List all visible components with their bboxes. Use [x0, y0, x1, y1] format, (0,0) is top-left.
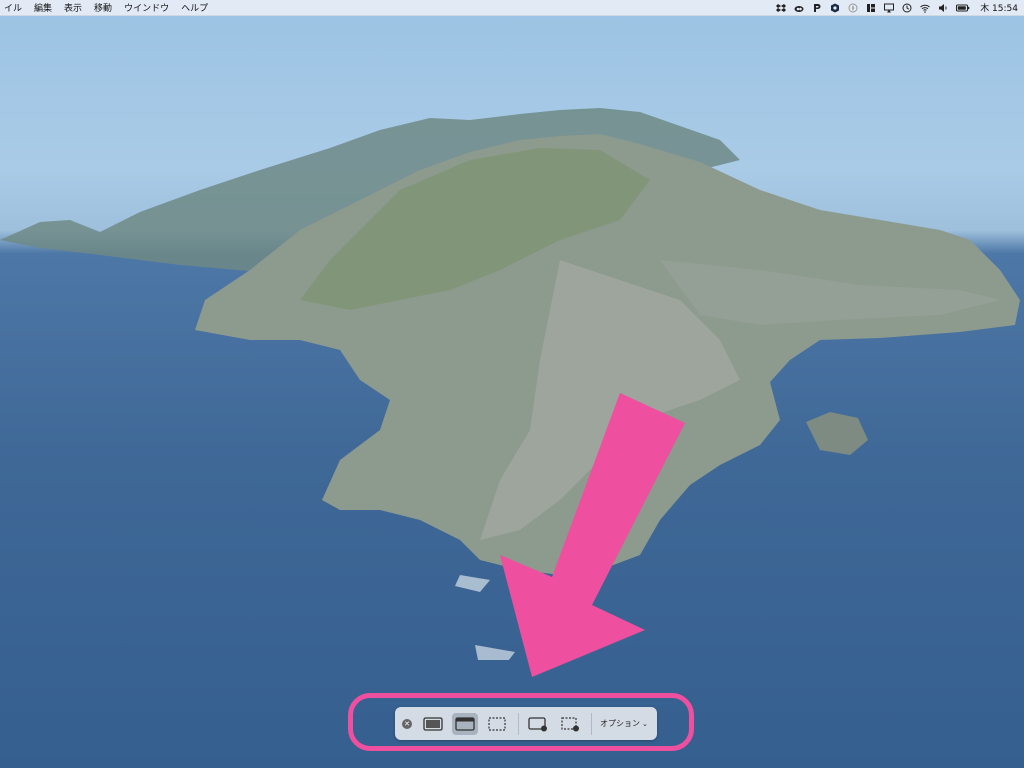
capture-selected-window-icon — [455, 716, 475, 731]
menu-view[interactable]: 表示 — [64, 1, 82, 14]
capture-entire-screen-button[interactable] — [420, 713, 446, 735]
close-icon[interactable]: ✕ — [402, 718, 412, 729]
creative-cloud-icon[interactable] — [794, 3, 804, 13]
menu-file[interactable]: イル — [4, 1, 22, 14]
time-machine-icon[interactable] — [902, 3, 912, 13]
p-app-icon[interactable] — [812, 3, 822, 13]
pink-arrow-annotation — [500, 393, 685, 677]
record-entire-screen-icon — [528, 716, 547, 731]
menu-edit[interactable]: 編集 — [34, 1, 52, 14]
menu-help[interactable]: ヘルプ — [181, 1, 208, 14]
record-selected-portion-button[interactable] — [557, 713, 583, 735]
toolbar-separator — [591, 712, 592, 735]
menu-go[interactable]: 移動 — [94, 1, 112, 14]
options-menu-button[interactable]: オプション ⌄ — [600, 718, 648, 729]
battery-icon[interactable] — [956, 3, 970, 13]
menu-bar-left: イル 編集 表示 移動 ウインドウ ヘルプ — [0, 1, 214, 14]
screenshot-toolbar: ✕ オプション ⌄ — [395, 707, 657, 740]
bartender-icon[interactable] — [866, 3, 876, 13]
capture-selected-window-button[interactable] — [452, 712, 478, 735]
rocket-icon[interactable] — [848, 3, 858, 13]
menu-bar: イル 編集 表示 移動 ウインドウ ヘルプ 木 15:54 — [0, 0, 1024, 16]
menu-window[interactable]: ウインドウ — [124, 1, 169, 14]
menu-bar-clock[interactable]: 木 15:54 — [980, 1, 1018, 14]
wifi-icon[interactable] — [920, 3, 931, 13]
chevron-down-icon: ⌄ — [642, 719, 648, 728]
options-label: オプション — [600, 719, 640, 728]
record-selected-portion-icon — [561, 716, 579, 731]
capture-entire-screen-icon — [423, 716, 443, 731]
volume-icon[interactable] — [938, 3, 948, 13]
capture-selected-portion-icon — [488, 716, 506, 731]
airplay-icon[interactable] — [884, 3, 895, 13]
record-entire-screen-button[interactable] — [525, 713, 551, 735]
toolbar-separator — [518, 712, 519, 735]
menu-bar-status-area: 木 15:54 — [772, 1, 1018, 14]
capture-selected-portion-button[interactable] — [484, 713, 510, 735]
shield-app-icon[interactable] — [830, 3, 840, 13]
dropbox-icon[interactable] — [776, 3, 787, 13]
